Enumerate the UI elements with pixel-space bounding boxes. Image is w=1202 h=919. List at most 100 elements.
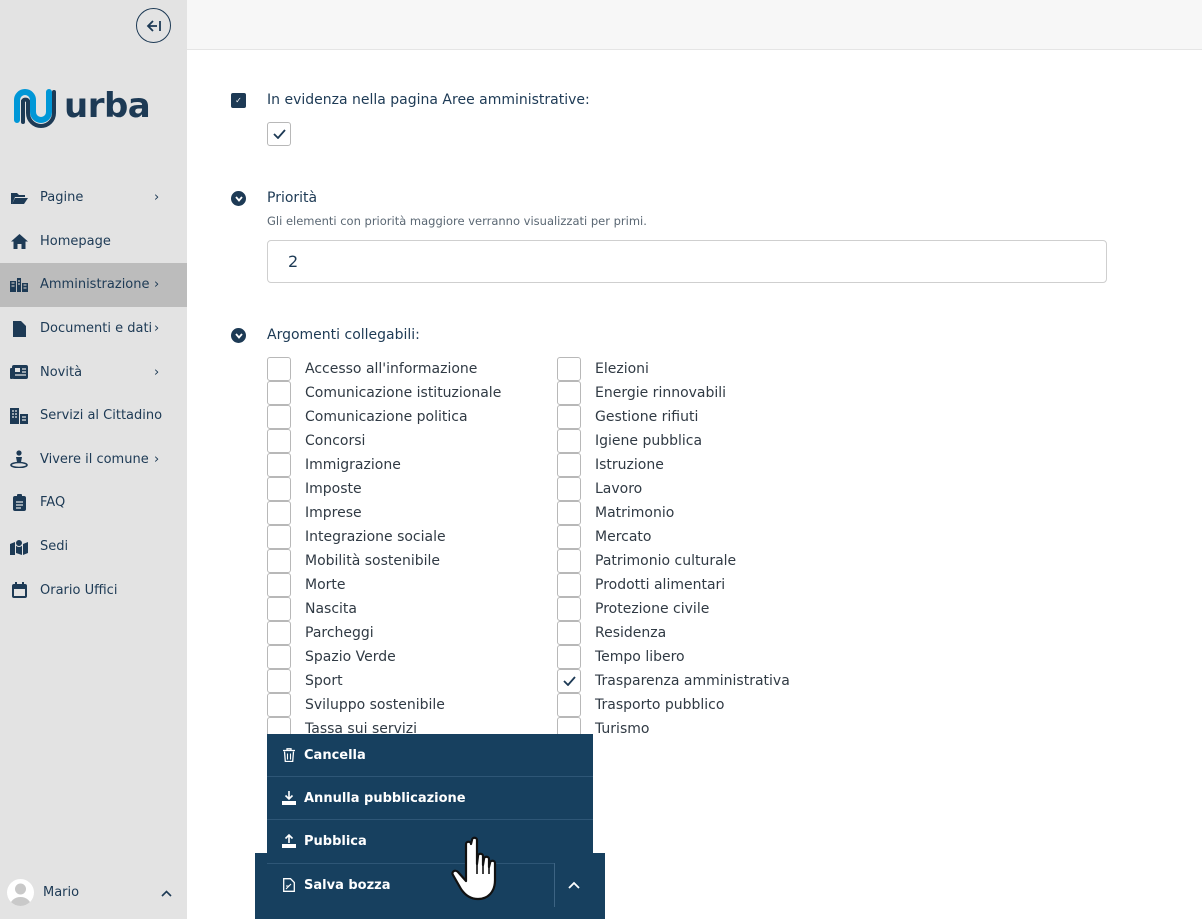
topic-checkbox[interactable] (267, 357, 291, 381)
sidebar-item-sedi[interactable]: Sedi (0, 525, 187, 569)
logo[interactable]: urba (12, 84, 151, 128)
topic-checkbox[interactable] (557, 573, 581, 597)
checkbox-checked-icon: ✓ (231, 93, 246, 108)
sidebar-item-novita[interactable]: Novità › (0, 350, 187, 394)
topic-option[interactable]: Trasporto pubblico (557, 693, 724, 717)
topic-option[interactable]: Tempo libero (557, 645, 685, 669)
topic-option[interactable]: Comunicazione politica (267, 405, 468, 429)
sidebar-item-vivere[interactable]: Vivere il comune › (0, 438, 187, 482)
topic-option[interactable]: Accesso all'informazione (267, 357, 477, 381)
topic-label: Gestione rifiuti (595, 409, 699, 425)
chevron-down-circle-icon[interactable] (231, 328, 246, 343)
topic-checkbox[interactable] (267, 525, 291, 549)
topic-option[interactable]: Sviluppo sostenibile (267, 693, 445, 717)
sidebar-item-label: Servizi al Cittadino (40, 408, 163, 424)
topic-label: Igiene pubblica (595, 433, 703, 449)
collapse-sidebar-button[interactable] (136, 8, 171, 43)
topic-option[interactable]: Mercato (557, 525, 651, 549)
topic-checkbox[interactable] (267, 405, 291, 429)
save-draft-label: Salva bozza (304, 877, 391, 893)
priority-input[interactable]: 2 (267, 240, 1107, 283)
topic-checkbox[interactable] (557, 453, 581, 477)
sidebar-item-homepage[interactable]: Homepage (0, 220, 187, 264)
topic-option[interactable]: Gestione rifiuti (557, 405, 698, 429)
topic-option[interactable]: Imprese (267, 501, 362, 525)
topic-label: Protezione civile (595, 601, 710, 617)
highlight-checkbox[interactable] (267, 122, 291, 146)
topic-checkbox[interactable] (557, 645, 581, 669)
topic-checkbox[interactable] (557, 429, 581, 453)
topic-option[interactable]: Nascita (267, 597, 357, 621)
topic-checkbox[interactable] (557, 621, 581, 645)
topic-checkbox[interactable] (267, 597, 291, 621)
topic-option[interactable]: Mobilità sostenibile (267, 549, 440, 573)
topic-checkbox[interactable] (557, 501, 581, 525)
topic-checkbox[interactable] (267, 429, 291, 453)
topic-checkbox[interactable] (267, 693, 291, 717)
topic-option[interactable]: Trasparenza amministrativa (557, 669, 790, 693)
topic-label: Integrazione sociale (305, 529, 446, 545)
topic-checkbox[interactable] (557, 693, 581, 717)
topic-option[interactable]: Imposte (267, 477, 362, 501)
topic-option[interactable]: Comunicazione istituzionale (267, 381, 501, 405)
topic-checkbox[interactable] (557, 381, 581, 405)
topic-checkbox[interactable] (557, 357, 581, 381)
delete-button[interactable]: Cancella (267, 734, 593, 777)
topic-option[interactable]: Igiene pubblica (557, 429, 702, 453)
topic-label: Sport (305, 673, 343, 689)
topic-checkbox[interactable] (267, 573, 291, 597)
sidebar-item-label: Vivere il comune (40, 451, 149, 467)
unpublish-button[interactable]: Annulla pubblicazione (267, 777, 593, 820)
topic-checkbox[interactable] (267, 381, 291, 405)
chevron-down-circle-icon[interactable] (231, 191, 246, 206)
delete-label: Cancella (304, 747, 366, 763)
sidebar-item-faq[interactable]: FAQ (0, 481, 187, 525)
topic-option[interactable]: Concorsi (267, 429, 365, 453)
topic-option[interactable]: Matrimonio (557, 501, 674, 525)
hand-pointer-cursor-icon (451, 836, 497, 901)
topic-checkbox[interactable] (557, 525, 581, 549)
user-menu[interactable]: Mario (7, 879, 172, 906)
topic-option[interactable]: Istruzione (557, 453, 664, 477)
topic-checkbox[interactable] (267, 645, 291, 669)
topic-option[interactable]: Morte (267, 573, 346, 597)
sidebar-item-servizi[interactable]: Servizi al Cittadino (0, 394, 187, 438)
topic-checkbox[interactable] (557, 405, 581, 429)
folder-open-icon (10, 190, 28, 206)
topic-option[interactable]: Protezione civile (557, 597, 709, 621)
topic-checkbox[interactable] (557, 549, 581, 573)
topic-checkbox[interactable] (267, 621, 291, 645)
topic-option[interactable]: Lavoro (557, 477, 642, 501)
sidebar-item-orario[interactable]: Orario Uffici (0, 568, 187, 612)
sidebar-item-documenti[interactable]: Documenti e dati › (0, 307, 187, 351)
topic-option[interactable]: Energie rinnovabili (557, 381, 726, 405)
topic-checkbox[interactable] (267, 549, 291, 573)
topic-option[interactable]: Sport (267, 669, 343, 693)
topic-label: Turismo (595, 721, 650, 737)
topic-checkbox[interactable] (557, 477, 581, 501)
sidebar-item-pagine[interactable]: Pagine › (0, 176, 187, 220)
topic-option[interactable]: Immigrazione (267, 453, 401, 477)
topic-checkbox[interactable] (267, 669, 291, 693)
topic-option[interactable]: Spazio Verde (267, 645, 396, 669)
actions-toggle-button[interactable] (555, 863, 593, 907)
save-draft-button[interactable]: Salva bozza (267, 863, 555, 906)
sidebar-item-label: Documenti e dati (40, 321, 153, 337)
topic-checkbox[interactable] (267, 477, 291, 501)
topic-checkbox[interactable] (267, 501, 291, 525)
topic-option[interactable]: Patrimonio culturale (557, 549, 736, 573)
topic-label: Istruzione (595, 457, 664, 473)
topic-checkbox[interactable] (557, 597, 581, 621)
sidebar-item-amministrazione[interactable]: Amministrazione › (0, 263, 187, 307)
topic-option[interactable]: Residenza (557, 621, 666, 645)
topic-label: Comunicazione istituzionale (305, 385, 502, 401)
topic-label: Mobilità sostenibile (305, 553, 441, 569)
topic-option[interactable]: Parcheggi (267, 621, 374, 645)
topic-label: Spazio Verde (305, 649, 396, 665)
top-bar (187, 0, 1202, 50)
topic-option[interactable]: Elezioni (557, 357, 649, 381)
topic-checkbox[interactable] (557, 669, 581, 693)
topic-checkbox[interactable] (267, 453, 291, 477)
topic-option[interactable]: Prodotti alimentari (557, 573, 725, 597)
topic-option[interactable]: Integrazione sociale (267, 525, 446, 549)
